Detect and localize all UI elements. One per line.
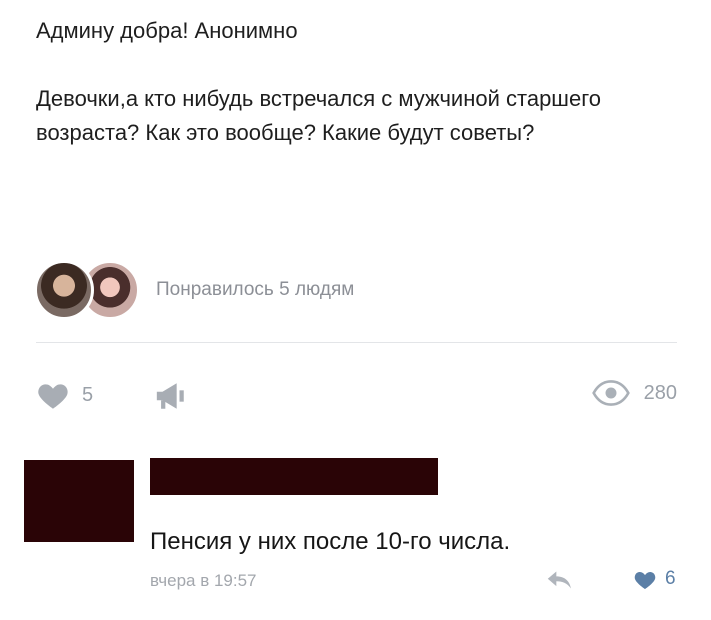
reply-icon (547, 571, 571, 589)
post-actions: 5 280 (36, 380, 677, 420)
share-button[interactable] (154, 380, 188, 412)
post-body: Девочки,а кто нибудь встречался с мужчин… (36, 86, 601, 145)
liked-by-text[interactable]: Понравилось 5 людям (156, 279, 354, 301)
like-button[interactable]: 5 (36, 380, 93, 410)
likers-row[interactable]: Понравилось 5 людям (34, 258, 354, 322)
redacted-avatar (24, 460, 134, 542)
post-text: Админу добра! Анонимно Девочки,а кто ниб… (36, 14, 676, 150)
comment-like-count: 6 (665, 568, 676, 589)
views-count: 280 (643, 381, 677, 404)
comment-like-button[interactable]: 6 (633, 568, 676, 590)
post-header-line: Админу добра! Анонимно (36, 18, 298, 43)
reply-button[interactable] (545, 569, 575, 596)
heart-icon (38, 384, 68, 409)
heart-icon (634, 571, 656, 589)
views-counter: 280 (591, 380, 677, 406)
divider (36, 342, 677, 343)
liker-avatar[interactable] (34, 260, 94, 320)
redacted-username (150, 458, 438, 495)
megaphone-icon (156, 383, 184, 409)
comment-timestamp[interactable]: вчера в 19:57 (150, 571, 257, 591)
comment-text: Пенсия у них после 10-го числа. (150, 528, 511, 555)
like-count: 5 (82, 383, 94, 406)
eye-icon (591, 380, 630, 406)
